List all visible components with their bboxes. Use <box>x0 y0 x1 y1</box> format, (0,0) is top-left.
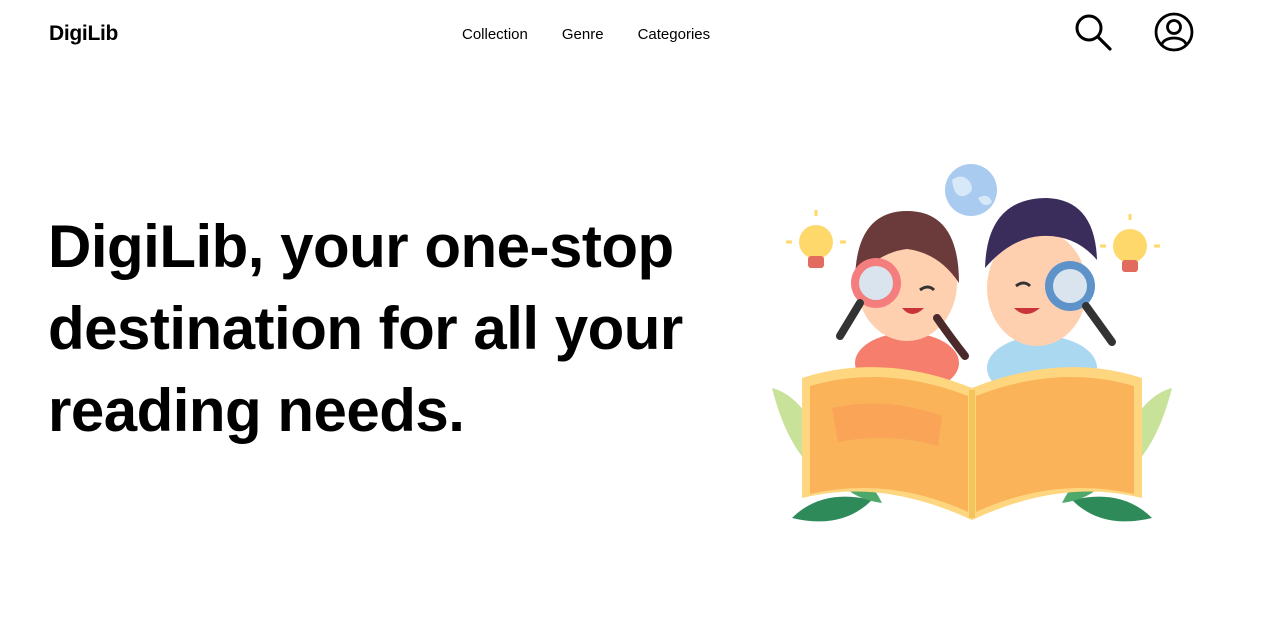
nav-item-categories[interactable]: Categories <box>638 26 711 43</box>
kids-reading-book-illustration <box>752 158 1192 528</box>
nav-item-collection[interactable]: Collection <box>462 26 528 43</box>
user-circle-icon[interactable] <box>1154 12 1194 52</box>
search-icon[interactable] <box>1073 12 1113 52</box>
main-menu: Collection Genre Categories <box>462 26 710 43</box>
hero-title: DigiLib, your one-stop destination for a… <box>48 213 683 444</box>
nav-item-genre[interactable]: Genre <box>562 26 604 43</box>
top-navbar: DigiLib Collection Genre Categories <box>0 0 1264 72</box>
brand-logo[interactable]: DigiLib <box>49 22 118 46</box>
